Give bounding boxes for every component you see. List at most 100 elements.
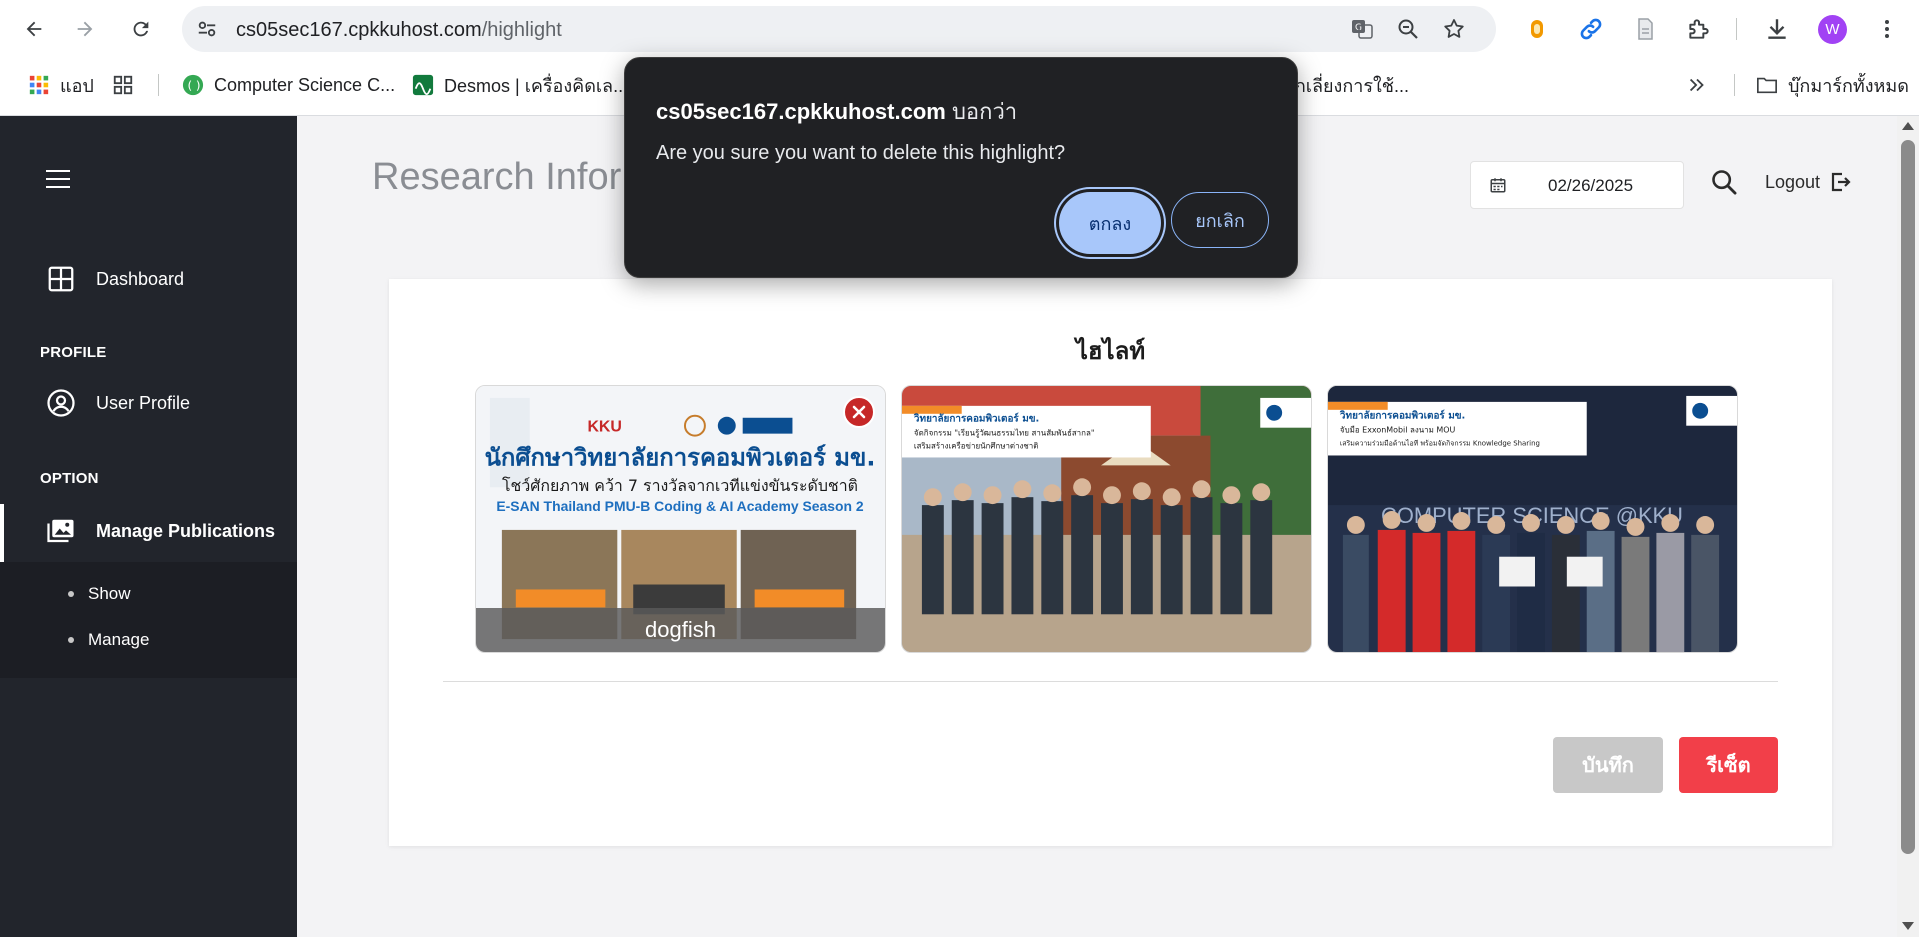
folder-icon bbox=[1757, 77, 1777, 94]
dialog-says: บอกว่า bbox=[945, 99, 1018, 124]
arrow-right-icon bbox=[77, 21, 93, 37]
date-value: 02/26/2025 bbox=[1548, 176, 1634, 195]
link-icon bbox=[1580, 18, 1602, 40]
scroll-down-arrow-icon[interactable] bbox=[1902, 922, 1914, 930]
highlight-card: ไฮไลท์ KKU นักศึกษาวิทยาลัยการคอมพิวเตอร… bbox=[389, 279, 1832, 846]
extension-3-button[interactable] bbox=[1630, 14, 1660, 44]
bookmark-star-icon[interactable] bbox=[1442, 17, 1466, 41]
kku-logo-text: KKU bbox=[587, 419, 621, 436]
sidebar-item-user-profile-label: User Profile bbox=[96, 392, 191, 413]
sidebar-item-dashboard-label: Dashboard bbox=[96, 268, 185, 289]
sidebar-item-manage-publications-label: Manage Publications bbox=[96, 520, 276, 541]
url-text: cs05sec167.cpkkuhost.com/highlight bbox=[236, 19, 562, 42]
delete-highlight-button[interactable] bbox=[843, 396, 875, 428]
highlight-item-2[interactable]: วิทยาลัยการคอมพิวเตอร์ มข. จัดกิจกรรม "เ… bbox=[901, 385, 1312, 653]
extension-1-button[interactable] bbox=[1522, 14, 1552, 44]
reload-button[interactable] bbox=[124, 12, 158, 46]
zoom-icon[interactable] bbox=[1396, 17, 1420, 41]
dialog-title: cs05sec167.cpkkuhost.com บอกว่า bbox=[656, 94, 1017, 129]
highlight-image-2: วิทยาลัยการคอมพิวเตอร์ มข. จัดกิจกรรม "เ… bbox=[902, 386, 1311, 652]
back-button[interactable] bbox=[17, 12, 51, 46]
thumb1-event-line: E-SAN Thailand PMU-B Coding & AI Academy… bbox=[496, 498, 864, 514]
bookmark-apps[interactable]: แอป bbox=[28, 72, 94, 98]
extension-2-button[interactable] bbox=[1576, 14, 1606, 44]
puzzle-icon bbox=[1689, 19, 1709, 39]
sidebar-heading-profile: PROFILE bbox=[40, 344, 107, 361]
arrow-left-icon bbox=[26, 21, 42, 37]
bullet-icon bbox=[68, 591, 74, 597]
calendar-icon bbox=[1490, 178, 1506, 193]
download-icon bbox=[1768, 19, 1786, 39]
logout-button[interactable]: Logout bbox=[1765, 170, 1852, 194]
highlight-title: ไฮไลท์ bbox=[1075, 338, 1146, 365]
svg-text:( ): ( ) bbox=[188, 79, 201, 93]
dialog-message: Are you sure you want to delete this hig… bbox=[656, 142, 1066, 164]
thumb2-headline: วิทยาลัยการคอมพิวเตอร์ มข. bbox=[914, 413, 1040, 425]
dialog-cancel-button[interactable]: ยกเลิก bbox=[1171, 192, 1269, 248]
close-icon bbox=[852, 405, 866, 419]
kebab-menu-icon bbox=[1885, 20, 1889, 38]
chevron-double-right-icon bbox=[1689, 78, 1704, 92]
cs-site-icon: ( ) bbox=[182, 74, 204, 96]
sidebar-item-manage-publications[interactable]: Manage Publications bbox=[46, 516, 275, 546]
bookmark-computer-science[interactable]: ( ) Computer Science C... bbox=[182, 72, 395, 98]
extension-flame-icon bbox=[1531, 20, 1543, 38]
dialog-host: cs05sec167.cpkkuhost.com bbox=[656, 99, 946, 124]
forward-button[interactable] bbox=[68, 12, 102, 46]
bookmark-tab-groups[interactable] bbox=[112, 72, 134, 98]
toolbar-separator bbox=[1736, 18, 1737, 40]
sidebar-heading-option: OPTION bbox=[40, 470, 99, 487]
divider bbox=[443, 681, 1778, 682]
sidebar-item-user-profile[interactable]: User Profile bbox=[46, 388, 190, 418]
highlight-image-3: COMPUTER SCIENCE @KKU วิทยาลัยการคอมพิวเ… bbox=[1328, 386, 1737, 652]
sidebar-subitem-manage-label: Manage bbox=[88, 630, 150, 649]
thumb1-subline: โชว์ศักยภาพ คว้า 7 รางวัลจากเวทีแข่งขันร… bbox=[502, 476, 858, 495]
dialog-ok-button[interactable]: ตกลง bbox=[1059, 192, 1161, 254]
scroll-thumb[interactable] bbox=[1901, 140, 1915, 854]
dashboard-grid-icon bbox=[48, 266, 74, 292]
bookmark-desmos[interactable]: Desmos | เครื่องคิดเล... bbox=[412, 72, 628, 98]
thumb3-subline: จับมือ ExxonMobil ลงนาม MOU bbox=[1340, 426, 1456, 435]
bookmark-desmos-label: Desmos | เครื่องคิดเล... bbox=[444, 75, 629, 96]
profile-avatar[interactable]: W bbox=[1818, 15, 1847, 44]
browser-toolbar: cs05sec167.cpkkuhost.com/highlight G W bbox=[0, 0, 1919, 58]
desmos-icon bbox=[412, 74, 434, 96]
logout-icon bbox=[1831, 172, 1851, 192]
tab-groups-icon bbox=[113, 75, 133, 95]
menu-button[interactable] bbox=[1872, 14, 1902, 44]
translate-icon[interactable]: G bbox=[1350, 17, 1374, 41]
site-info-icon[interactable] bbox=[196, 18, 218, 40]
search-icon[interactable] bbox=[1710, 168, 1738, 196]
page-scrollbar[interactable] bbox=[1897, 116, 1919, 937]
bookmarks-overflow-button[interactable] bbox=[1686, 72, 1708, 98]
reset-button[interactable]: รีเซ็ต bbox=[1679, 737, 1778, 793]
scroll-up-arrow-icon[interactable] bbox=[1902, 122, 1914, 130]
extensions-button[interactable] bbox=[1684, 14, 1714, 44]
confirm-dialog: cs05sec167.cpkkuhost.com บอกว่า Are you … bbox=[624, 57, 1298, 278]
thumb2-subline: จัดกิจกรรม "เรียนรู้วัฒนธรรมไทย สานสัมพั… bbox=[914, 429, 1095, 439]
bullet-icon bbox=[68, 637, 74, 643]
bookmark-cs-label: Computer Science C... bbox=[214, 74, 396, 95]
save-button[interactable]: บันทึก bbox=[1553, 737, 1663, 793]
hamburger-menu-icon[interactable] bbox=[46, 170, 70, 188]
sidebar: Dashboard PROFILE User Profile OPTION Ma… bbox=[0, 116, 297, 937]
url-path: /highlight bbox=[481, 19, 562, 41]
all-bookmarks-button[interactable]: บุ๊กมาร์กทั้งหมด bbox=[1756, 72, 1909, 98]
downloads-button[interactable] bbox=[1762, 14, 1792, 44]
sidebar-subitem-show[interactable]: Show bbox=[68, 584, 131, 604]
thumb3-line3: เสริมความร่วมมือด้านไอที พร้อมจัดกิจกรรม… bbox=[1340, 439, 1540, 448]
apps-grid-icon bbox=[29, 75, 49, 95]
user-circle-icon bbox=[47, 389, 75, 417]
images-icon bbox=[47, 519, 74, 543]
highlight-caption: dogfish bbox=[476, 608, 885, 652]
sidebar-subitem-show-label: Show bbox=[88, 584, 131, 603]
logout-label: Logout bbox=[1765, 171, 1821, 192]
highlight-item-3[interactable]: COMPUTER SCIENCE @KKU วิทยาลัยการคอมพิวเ… bbox=[1327, 385, 1738, 653]
date-input[interactable]: 02/26/2025 bbox=[1470, 161, 1684, 209]
highlight-item-1[interactable]: KKU นักศึกษาวิทยาลัยการคอมพิวเตอร์ มข. โ… bbox=[475, 385, 886, 653]
thumb2-line3: เสริมสร้างเครือข่ายนักศึกษาต่างชาติ bbox=[914, 442, 1039, 451]
address-bar[interactable]: cs05sec167.cpkkuhost.com/highlight G bbox=[182, 6, 1496, 52]
sidebar-subitem-manage[interactable]: Manage bbox=[68, 630, 149, 650]
sidebar-item-dashboard[interactable]: Dashboard bbox=[46, 264, 184, 294]
document-icon bbox=[1638, 18, 1653, 40]
